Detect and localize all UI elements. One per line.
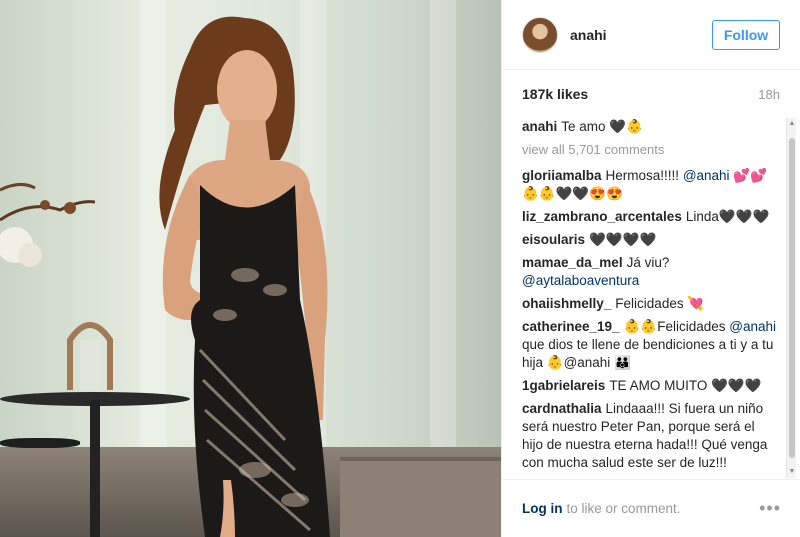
post-header: anahi Follow — [502, 0, 800, 70]
comment-row: 1gabrielareis TE AMO MUITO 🖤🖤🖤 — [522, 377, 778, 395]
comment-mention[interactable]: @aytalaboaventura — [522, 273, 639, 288]
scroll-thumb[interactable] — [789, 138, 795, 458]
comment-text: Felicidades 💘 — [615, 296, 705, 311]
caption-user[interactable]: anahi — [522, 119, 557, 134]
footer-text: to like or comment. — [566, 501, 681, 516]
comment-text: Linda🖤🖤🖤 — [685, 209, 770, 224]
comment-items: gloriiamalba Hermosa!!!!! @anahi 💕💕👶👶🖤🖤😍😍… — [522, 167, 778, 473]
post-side-panel: anahi Follow 187k likes 18h anahi Te amo … — [501, 0, 800, 537]
follow-button[interactable]: Follow — [712, 19, 780, 50]
comment-text-continued: que dios te llene de bendiciones a ti y … — [522, 337, 774, 370]
comment-row: gloriiamalba Hermosa!!!!! @anahi 💕💕👶👶🖤🖤😍😍 — [522, 167, 778, 203]
flowers-decoration — [0, 183, 95, 267]
comment-text: Já viu? — [626, 255, 670, 270]
comment-user[interactable]: liz_zambrano_arcentales — [522, 209, 682, 224]
comment-user[interactable]: gloriiamalba — [522, 168, 602, 183]
comment-user[interactable]: mamae_da_mel — [522, 255, 623, 270]
caption-text: Te amo 🖤👶 — [561, 119, 643, 134]
comment-user[interactable]: 1gabrielareis — [522, 378, 605, 393]
scroll-down-arrow-icon[interactable]: ▼ — [788, 468, 796, 476]
comment-row: liz_zambrano_arcentales Linda🖤🖤🖤 — [522, 208, 778, 226]
woman-figure — [159, 16, 330, 537]
comment-user[interactable]: cardnathalia — [522, 401, 602, 416]
comment-row: eisoularis 🖤🖤🖤🖤 — [522, 231, 778, 249]
comment-row: mamae_da_mel Já viu? @aytalaboaventura — [522, 254, 778, 290]
comment-text: Hermosa!!!!! — [605, 168, 683, 183]
more-icon[interactable]: ••• — [759, 498, 781, 519]
post-footer: Log in to like or comment. ••• — [502, 479, 800, 537]
comment-row: cardnathalia Lindaaa!!! Si fuera un niño … — [522, 400, 778, 472]
post-photo[interactable] — [0, 0, 501, 537]
comment-text: TE AMO MUITO 🖤🖤🖤 — [609, 378, 762, 393]
view-all-comments-link[interactable]: view all 5,701 comments — [522, 141, 778, 159]
comment-mention[interactable]: @anahi — [729, 319, 776, 334]
comments-scrollbar[interactable]: ▲ ▼ — [786, 118, 796, 478]
instagram-post: anahi Follow 187k likes 18h anahi Te amo … — [0, 0, 800, 537]
comment-mention[interactable]: @anahi — [683, 168, 730, 183]
post-username[interactable]: anahi — [570, 27, 607, 43]
curtain-fold — [430, 0, 456, 470]
comment-row: ohaiishmelly_ Felicidades 💘 — [522, 295, 778, 313]
likes-count[interactable]: 187k likes — [522, 86, 588, 102]
post-time: 18h — [758, 86, 780, 102]
side-table — [0, 438, 80, 448]
comment-user[interactable]: eisoularis — [522, 232, 585, 247]
comment-row: catherinee_19_ 👶👶Felicidades @anahi que d… — [522, 318, 778, 372]
comment-user[interactable]: catherinee_19_ — [522, 319, 620, 334]
login-link[interactable]: Log in — [522, 501, 563, 516]
comment-user[interactable]: ohaiishmelly_ — [522, 296, 611, 311]
scroll-up-arrow-icon[interactable]: ▲ — [788, 120, 796, 128]
post-stats: 187k likes 18h — [502, 70, 800, 118]
comment-text: 🖤🖤🖤🖤 — [589, 232, 657, 247]
comment-text: 👶👶Felicidades — [623, 319, 730, 334]
caption: anahi Te amo 🖤👶 — [522, 118, 778, 136]
comments-list: anahi Te amo 🖤👶 view all 5,701 comments g… — [522, 118, 778, 473]
avatar[interactable] — [522, 16, 558, 53]
